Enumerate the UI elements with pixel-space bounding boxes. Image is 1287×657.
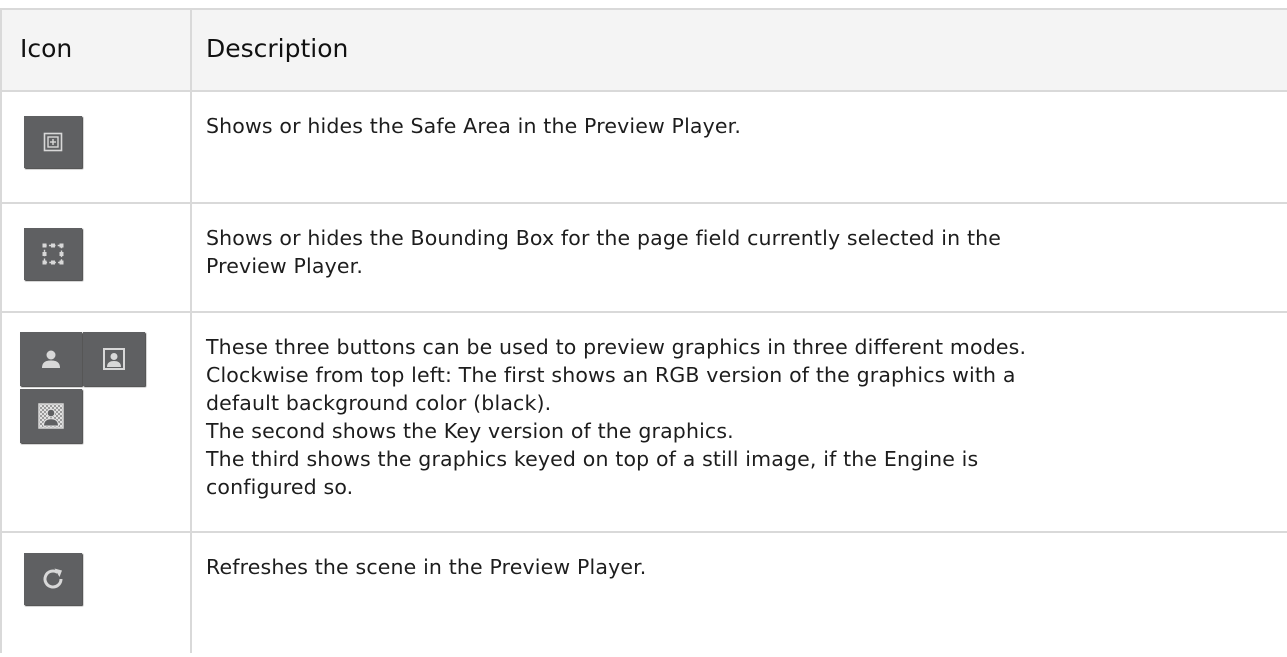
header-cell-description: Description (192, 10, 1287, 90)
still-image-preview-icon[interactable] (20, 389, 82, 443)
description-line: These three buttons can be used to previ… (206, 335, 1027, 359)
table-row: Shows or hides the Safe Area in the Prev… (2, 92, 1287, 204)
table-header-row: Icon Description (2, 10, 1287, 92)
key-preview-icon[interactable] (83, 332, 145, 386)
safe-area-icon[interactable] (24, 116, 82, 168)
description-line: Preview Player. (206, 254, 363, 278)
table-row: Shows or hides the Bounding Box for the … (2, 204, 1287, 313)
table-row: Refreshes the scene in the Preview Playe… (2, 533, 1287, 653)
header-description-label: Description (206, 34, 349, 63)
description-line: default background color (black). (206, 391, 552, 415)
description-line: Shows or hides the Bounding Box for the … (206, 226, 1002, 250)
icon-cell (2, 204, 192, 311)
description-line: Shows or hides the Safe Area in the Prev… (206, 114, 742, 138)
description-cell: Shows or hides the Safe Area in the Prev… (192, 92, 1287, 202)
rgb-preview-icon[interactable] (20, 332, 82, 386)
description-cell: Refreshes the scene in the Preview Playe… (192, 533, 1287, 653)
description-line: The third shows the graphics keyed on to… (206, 447, 979, 471)
header-cell-icon: Icon (2, 10, 192, 90)
bounding-box-icon[interactable] (24, 228, 82, 280)
icon-description-table: Icon Description Shows or hides the Safe… (0, 8, 1287, 653)
description-cell: Shows or hides the Bounding Box for the … (192, 204, 1287, 311)
icon-cell (2, 92, 192, 202)
icon-cell (2, 313, 192, 531)
icon-cell (2, 533, 192, 653)
header-icon-label: Icon (20, 34, 73, 63)
table-row: These three buttons can be used to previ… (2, 313, 1287, 533)
description-cell: These three buttons can be used to previ… (192, 313, 1287, 531)
description-line: configured so. (206, 475, 354, 499)
description-line: Refreshes the scene in the Preview Playe… (206, 555, 647, 579)
description-line: Clockwise from top left: The first shows… (206, 363, 1016, 387)
description-line: The second shows the Key version of the … (206, 419, 734, 443)
refresh-icon[interactable] (24, 553, 82, 605)
